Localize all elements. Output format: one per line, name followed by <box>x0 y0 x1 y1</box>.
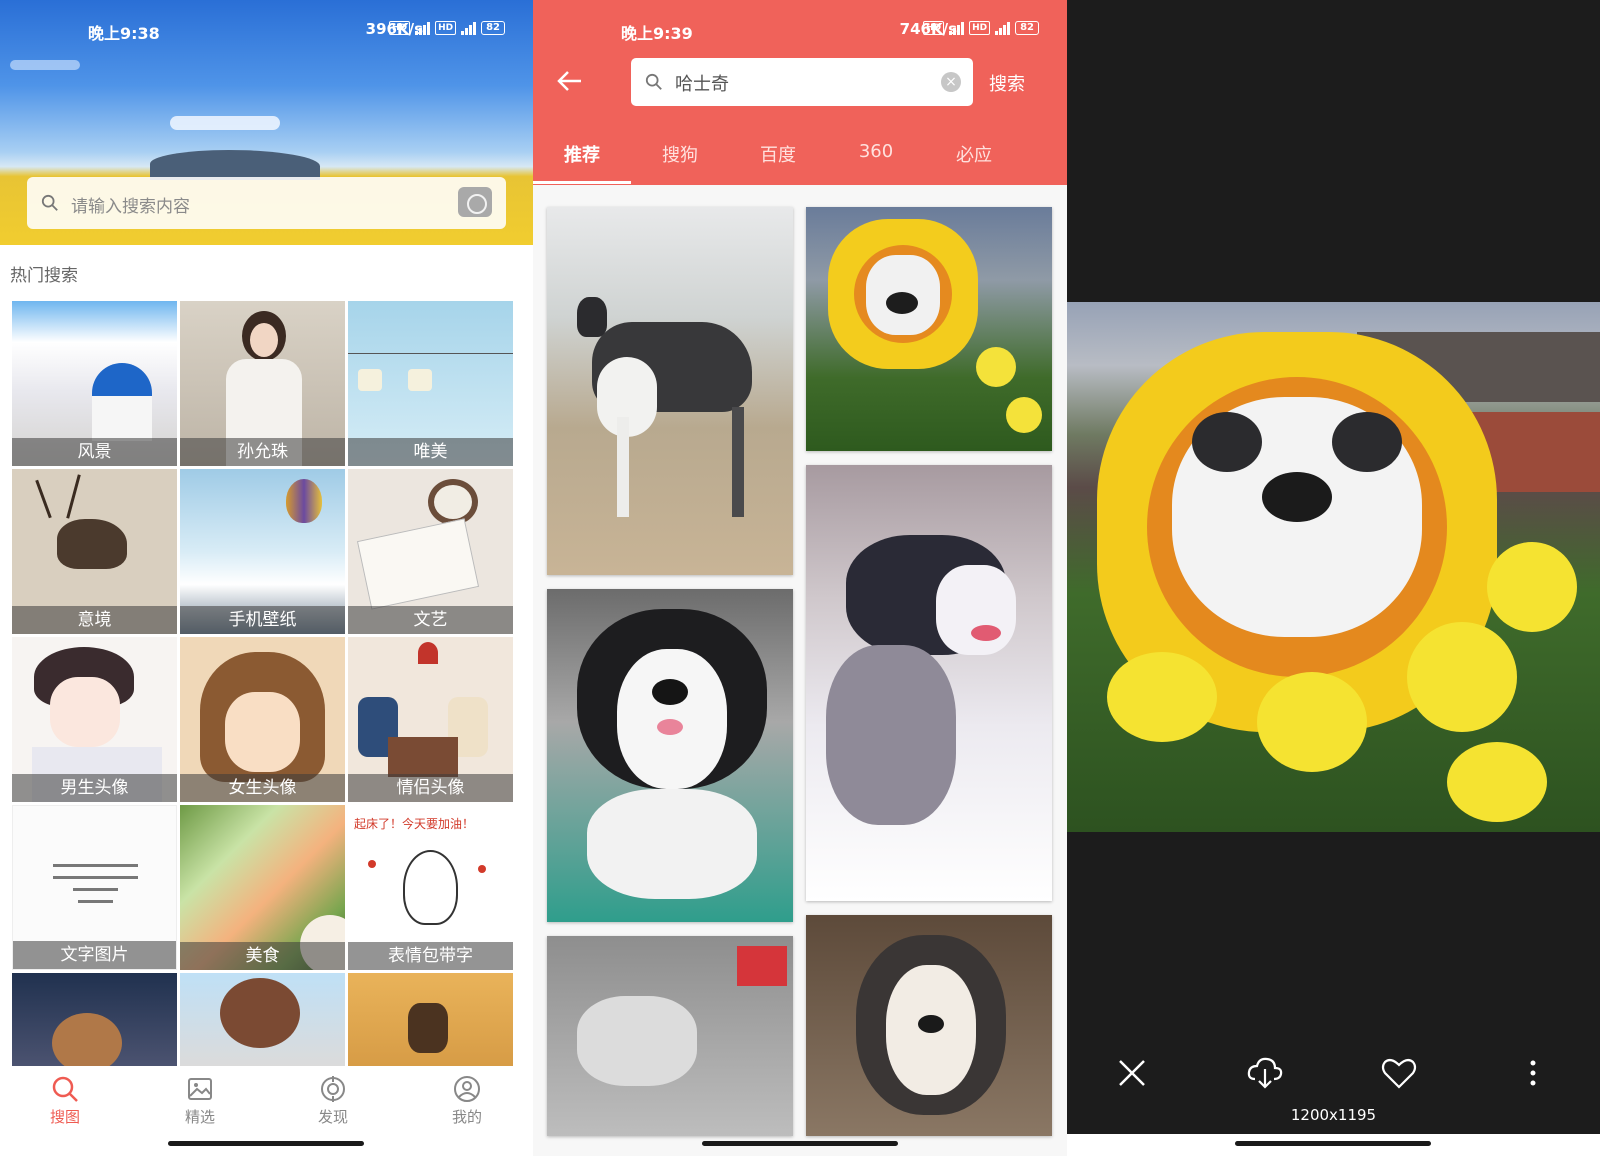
hd-icon: HD <box>435 21 457 35</box>
tile-literary[interactable]: 文艺 <box>348 469 513 634</box>
search-query[interactable]: 哈士奇 <box>675 70 729 96</box>
bottom-nav: 搜图 精选 发现 我的 <box>0 1066 533 1156</box>
status-icons: HD HD 82 <box>389 21 505 35</box>
tile-label: 情侣头像 <box>348 774 513 802</box>
tile-label: 意境 <box>12 606 177 634</box>
tile-label: 风景 <box>12 438 177 466</box>
tab-sogou[interactable]: 搜狗 <box>631 141 729 167</box>
tile-label: 手机壁纸 <box>180 606 345 634</box>
search-button[interactable]: 搜索 <box>989 70 1025 96</box>
home-indicator <box>1235 1141 1431 1146</box>
result-image-husky-standing[interactable] <box>547 207 793 575</box>
tile-label: 表情包带字 <box>348 942 513 970</box>
tile-label: 男生头像 <box>12 774 177 802</box>
tile-boy-avatar[interactable]: 男生头像 <box>12 637 177 802</box>
tile-scenery[interactable]: 风景 <box>12 301 177 466</box>
back-arrow-icon[interactable] <box>555 66 585 96</box>
search-input[interactable]: 请输入搜索内容 <box>71 192 190 217</box>
hd-icon: HD <box>923 21 945 35</box>
search-results-screen: 晚上9:39 746K/s HD HD 82 哈士奇 × 搜索 推荐 搜狗 百度… <box>533 0 1067 1156</box>
result-image-husky-puppy[interactable] <box>547 589 793 922</box>
tile-aesthetic[interactable]: 唯美 <box>348 301 513 466</box>
tile-text-image[interactable]: 文字图片 <box>12 805 177 970</box>
nav-label: 发现 <box>317 1108 348 1126</box>
signal-icon <box>461 21 477 35</box>
battery-icon: 82 <box>1015 21 1039 35</box>
search-input[interactable]: 哈士奇 × <box>631 58 973 106</box>
status-bar: 晚上9:39 746K/s HD HD 82 <box>533 0 1067 60</box>
tile-sun-yunzhu[interactable]: 孙允珠 <box>180 301 345 466</box>
hot-search-title: 热门搜索 <box>10 266 78 286</box>
tile-label: 美食 <box>180 942 345 970</box>
image-icon <box>188 1078 212 1100</box>
camera-icon[interactable] <box>458 187 492 217</box>
tile-label: 文字图片 <box>13 941 176 969</box>
full-image-husky-sunflower[interactable] <box>1067 302 1600 832</box>
hd-icon: HD <box>969 21 991 35</box>
compass-icon <box>321 1076 345 1102</box>
cloud-decoration <box>10 60 80 70</box>
nav-profile[interactable]: 我的 <box>422 1074 512 1127</box>
tile-phone-wallpaper[interactable]: 手机壁纸 <box>180 469 345 634</box>
result-image-husky-stairs[interactable] <box>547 936 793 1136</box>
tile-couple-avatar[interactable]: 情侣头像 <box>348 637 513 802</box>
signal-icon <box>949 21 965 35</box>
tile-label: 孙允珠 <box>180 438 345 466</box>
heart-icon[interactable] <box>1379 1053 1419 1093</box>
nav-discover[interactable]: 发现 <box>288 1074 378 1127</box>
result-image-husky-sunflower[interactable] <box>806 207 1052 451</box>
image-dimensions: 1200x1195 <box>1290 1106 1377 1124</box>
home-screen: 晚上9:38 396K/s HD HD 82 请输入搜索内容 热门搜索 风景 孙… <box>0 0 533 1156</box>
home-indicator <box>702 1141 898 1146</box>
nav-featured[interactable]: 精选 <box>155 1074 245 1127</box>
tile-food[interactable]: 美食 <box>180 805 345 970</box>
tile-label: 文艺 <box>348 606 513 634</box>
tab-recommended[interactable]: 推荐 <box>533 141 631 184</box>
status-icons: HD HD 82 <box>923 21 1039 35</box>
tile-deer-sunset[interactable] <box>348 973 513 1066</box>
nav-search[interactable]: 搜图 <box>20 1074 110 1127</box>
search-icon <box>41 194 58 211</box>
nav-label: 搜图 <box>49 1108 80 1126</box>
nav-label: 我的 <box>451 1108 482 1126</box>
status-time: 晚上9:38 <box>88 24 160 43</box>
battery-icon: 82 <box>481 21 505 35</box>
signal-icon <box>995 21 1011 35</box>
tile-girl-avatar[interactable]: 女生头像 <box>180 637 345 802</box>
tile-label: 唯美 <box>348 438 513 466</box>
tab-baidu[interactable]: 百度 <box>729 141 827 167</box>
tile-anime-girl[interactable] <box>180 973 345 1066</box>
search-header: 晚上9:39 746K/s HD HD 82 哈士奇 × 搜索 推荐 搜狗 百度… <box>533 0 1067 185</box>
close-icon[interactable] <box>1112 1053 1152 1093</box>
tab-bing[interactable]: 必应 <box>925 141 1023 167</box>
status-time: 晚上9:39 <box>621 24 693 43</box>
result-image-husky-puppy-fluffy[interactable] <box>806 915 1052 1136</box>
search-icon <box>52 1076 78 1102</box>
search-bar[interactable]: 请输入搜索内容 <box>27 177 506 229</box>
tile-label: 女生头像 <box>180 774 345 802</box>
home-indicator <box>168 1141 364 1146</box>
source-tabs: 推荐 搜狗 百度 360 必应 <box>533 135 1067 185</box>
user-icon <box>454 1076 480 1102</box>
nav-label: 精选 <box>184 1108 215 1126</box>
mountain-decoration <box>150 150 320 180</box>
tab-360[interactable]: 360 <box>827 141 925 162</box>
cloud-decoration <box>170 116 280 130</box>
hd-icon: HD <box>389 21 411 35</box>
status-bar: 晚上9:38 396K/s HD HD 82 <box>0 0 533 60</box>
image-viewer-screen: 1200x1195 <box>1067 0 1600 1156</box>
hot-search-grid: 风景 孙允珠 唯美 意境 手机壁纸 文艺 男生头像 女生头像 情侣头像 文字图片… <box>12 301 522 1066</box>
cloud-download-icon[interactable] <box>1245 1053 1285 1093</box>
tile-meme-with-text[interactable]: 起床了！今天要加油！ 表情包带字 <box>348 805 513 970</box>
sticker-text: 起床了！今天要加油！ <box>354 817 475 831</box>
search-icon <box>645 73 662 90</box>
more-vertical-icon[interactable] <box>1513 1053 1553 1093</box>
tile-mood[interactable]: 意境 <box>12 469 177 634</box>
tile-night-couple[interactable] <box>12 973 177 1066</box>
signal-icon <box>415 21 431 35</box>
clear-icon[interactable]: × <box>941 72 961 92</box>
result-image-husky-snow[interactable] <box>806 465 1052 901</box>
